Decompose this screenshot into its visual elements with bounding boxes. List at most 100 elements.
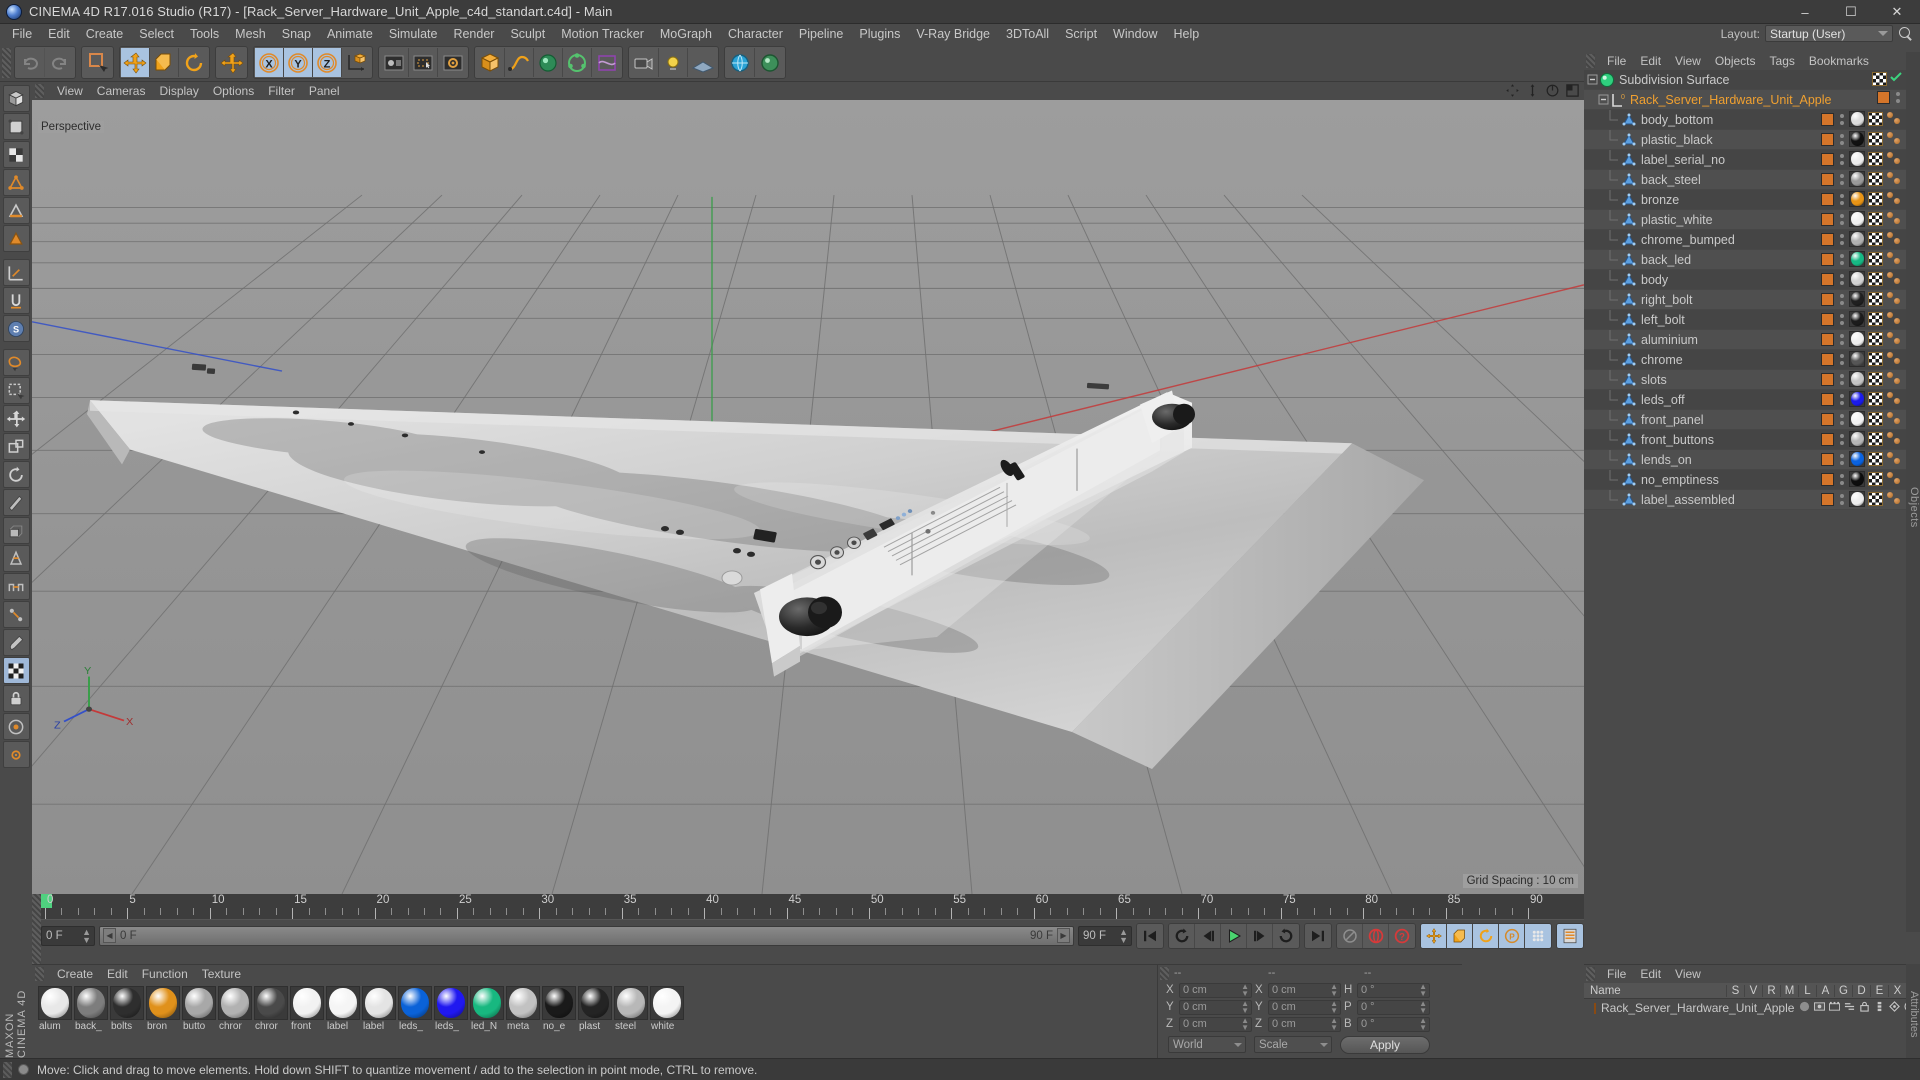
- object-color-tag[interactable]: [1821, 212, 1834, 226]
- attribute-menu-view[interactable]: View: [1668, 966, 1708, 982]
- preview-range-slider[interactable]: ◀ 0 F 90 F ▶: [99, 925, 1074, 946]
- material-tag-icon[interactable]: [1849, 191, 1865, 207]
- attribute-column-x[interactable]: X: [1888, 984, 1906, 997]
- menu-help[interactable]: Help: [1166, 25, 1208, 43]
- visibility-dots-icon[interactable]: [1837, 193, 1846, 205]
- scale-key-icon[interactable]: [1447, 923, 1473, 948]
- apply-button[interactable]: Apply: [1340, 1035, 1430, 1054]
- coordinate-space-dropdown[interactable]: World: [1168, 1036, 1246, 1053]
- object-row[interactable]: lends_on: [1584, 449, 1906, 470]
- object-name[interactable]: label_assembled: [1641, 493, 1735, 507]
- material-swatch[interactable]: label: [362, 986, 396, 1033]
- uvw-tag-icon[interactable]: [1868, 492, 1883, 506]
- lasso-selection-icon[interactable]: [2, 349, 30, 376]
- target-icon[interactable]: [2, 713, 30, 740]
- expand-collapse-icon[interactable]: [1587, 70, 1598, 90]
- object-row[interactable]: slots: [1584, 369, 1906, 390]
- settings-icon[interactable]: [2, 741, 30, 768]
- object-tree[interactable]: Subdivision Surface 0 Rack_Server_Hardware…: [1584, 70, 1906, 932]
- coordinate-rotation-field[interactable]: 0 ° ▲ ▼: [1357, 1016, 1430, 1032]
- dope-sheet-icon[interactable]: [1557, 923, 1583, 948]
- viewport-menu-filter[interactable]: Filter: [261, 83, 302, 99]
- object-row[interactable]: aluminium: [1584, 329, 1906, 350]
- minimize-button[interactable]: –: [1782, 0, 1828, 24]
- object-name[interactable]: front_panel: [1641, 413, 1704, 427]
- spinner-icon[interactable]: ▲ ▼: [1330, 1017, 1338, 1032]
- menu-create[interactable]: Create: [78, 25, 132, 43]
- snap-icon[interactable]: [2, 287, 30, 314]
- menu-render[interactable]: Render: [445, 25, 502, 43]
- selection-tag-icon[interactable]: [1886, 391, 1902, 407]
- object-name[interactable]: no_emptiness: [1641, 473, 1719, 487]
- workplane-icon[interactable]: S: [2, 315, 30, 342]
- end-frame-field[interactable]: 90 F ▲ ▼: [1078, 925, 1132, 946]
- menu-edit[interactable]: Edit: [40, 25, 78, 43]
- object-menu-view[interactable]: View: [1668, 53, 1708, 69]
- object-row[interactable]: plastic_white: [1584, 209, 1906, 230]
- selection-tag-icon[interactable]: [1886, 191, 1902, 207]
- material-swatch[interactable]: leds_: [434, 986, 468, 1033]
- brush-icon[interactable]: [2, 629, 30, 656]
- selection-tag-icon[interactable]: [1886, 111, 1902, 127]
- material-swatch[interactable]: alum: [38, 986, 72, 1033]
- spinner-icon[interactable]: ▲ ▼: [1330, 1000, 1338, 1015]
- object-name[interactable]: body: [1641, 273, 1668, 287]
- coordinate-position-field[interactable]: 0 cm ▲ ▼: [1179, 1016, 1252, 1032]
- material-swatch[interactable]: back_: [74, 986, 108, 1033]
- parameter-key-icon[interactable]: P: [1499, 923, 1525, 948]
- viewport-menu-panel[interactable]: Panel: [302, 83, 347, 99]
- redo-icon[interactable]: [45, 48, 74, 77]
- material-swatch[interactable]: bron: [146, 986, 180, 1033]
- point-level-key-icon[interactable]: [1525, 923, 1551, 948]
- menu-script[interactable]: Script: [1057, 25, 1105, 43]
- step-back-button[interactable]: [1195, 923, 1221, 948]
- visibility-dots-icon[interactable]: [1837, 313, 1846, 325]
- uvw-tag-icon[interactable]: [1868, 332, 1883, 346]
- array-icon[interactable]: [563, 48, 592, 77]
- material-menu-grip[interactable]: [35, 967, 44, 981]
- bevel-icon[interactable]: [2, 545, 30, 572]
- object-name[interactable]: left_bolt: [1641, 313, 1685, 327]
- object-menu-bookmarks[interactable]: Bookmarks: [1802, 53, 1876, 69]
- material-tag-icon[interactable]: [1849, 111, 1865, 127]
- texture-mode-icon[interactable]: [2, 141, 30, 168]
- pan-viewport-icon[interactable]: [1505, 83, 1520, 101]
- viewport-3d[interactable]: Y X Z Perspective Grid Spacing : 10 cm: [32, 100, 1584, 894]
- record-active-objects-icon[interactable]: [1363, 923, 1389, 948]
- selection-tag-icon[interactable]: [1886, 291, 1902, 307]
- render-icon[interactable]: [1829, 1001, 1841, 1015]
- timeline-ruler[interactable]: 0 5 10 15 20 25 30 35 40 45 50 55 60 65 70 75 80 85 90: [41, 894, 1584, 920]
- object-row[interactable]: left_bolt: [1584, 309, 1906, 330]
- visibility-dots-icon[interactable]: [1837, 293, 1846, 305]
- material-tag-icon[interactable]: [1849, 231, 1865, 247]
- uvw-tag-icon[interactable]: [1868, 272, 1883, 286]
- object-row[interactable]: plastic_black: [1584, 129, 1906, 150]
- coordinate-size-field[interactable]: 0 cm ▲ ▼: [1268, 1016, 1341, 1032]
- menu-plugins[interactable]: Plugins: [851, 25, 908, 43]
- selection-tag-icon[interactable]: [1886, 451, 1902, 467]
- attribute-row[interactable]: Rack_Server_Hardware_Unit_Apple: [1584, 999, 1920, 1017]
- material-swatch[interactable]: butto: [182, 986, 216, 1033]
- selection-tag-icon[interactable]: [1886, 411, 1902, 427]
- visibility-dots-icon[interactable]: [1837, 353, 1846, 365]
- object-row[interactable]: body_bottom: [1584, 109, 1906, 130]
- lock-icon[interactable]: [2, 685, 30, 712]
- material-swatch[interactable]: leds_: [398, 986, 432, 1033]
- material-swatch[interactable]: plast: [578, 986, 612, 1033]
- object-name[interactable]: bronze: [1641, 193, 1679, 207]
- go-to-end-button[interactable]: [1305, 923, 1331, 948]
- viewport-menu-view[interactable]: View: [50, 83, 90, 99]
- visibility-dots-icon[interactable]: [1893, 92, 1902, 103]
- object-name[interactable]: back_led: [1641, 253, 1691, 267]
- object-name[interactable]: body_bottom: [1641, 113, 1713, 127]
- visibility-dots-icon[interactable]: [1837, 233, 1846, 245]
- menu-tools[interactable]: Tools: [182, 25, 227, 43]
- layout-dropdown[interactable]: Startup (User): [1765, 25, 1893, 42]
- attribute-column-s[interactable]: S: [1726, 984, 1744, 997]
- object-color-tag[interactable]: [1821, 372, 1834, 386]
- enabled-check-icon[interactable]: [1890, 71, 1902, 86]
- viewport-menu-grip[interactable]: [35, 84, 44, 98]
- extrude-icon[interactable]: [2, 517, 30, 544]
- material-swatch[interactable]: front: [290, 986, 324, 1033]
- spline-icon[interactable]: [505, 48, 534, 77]
